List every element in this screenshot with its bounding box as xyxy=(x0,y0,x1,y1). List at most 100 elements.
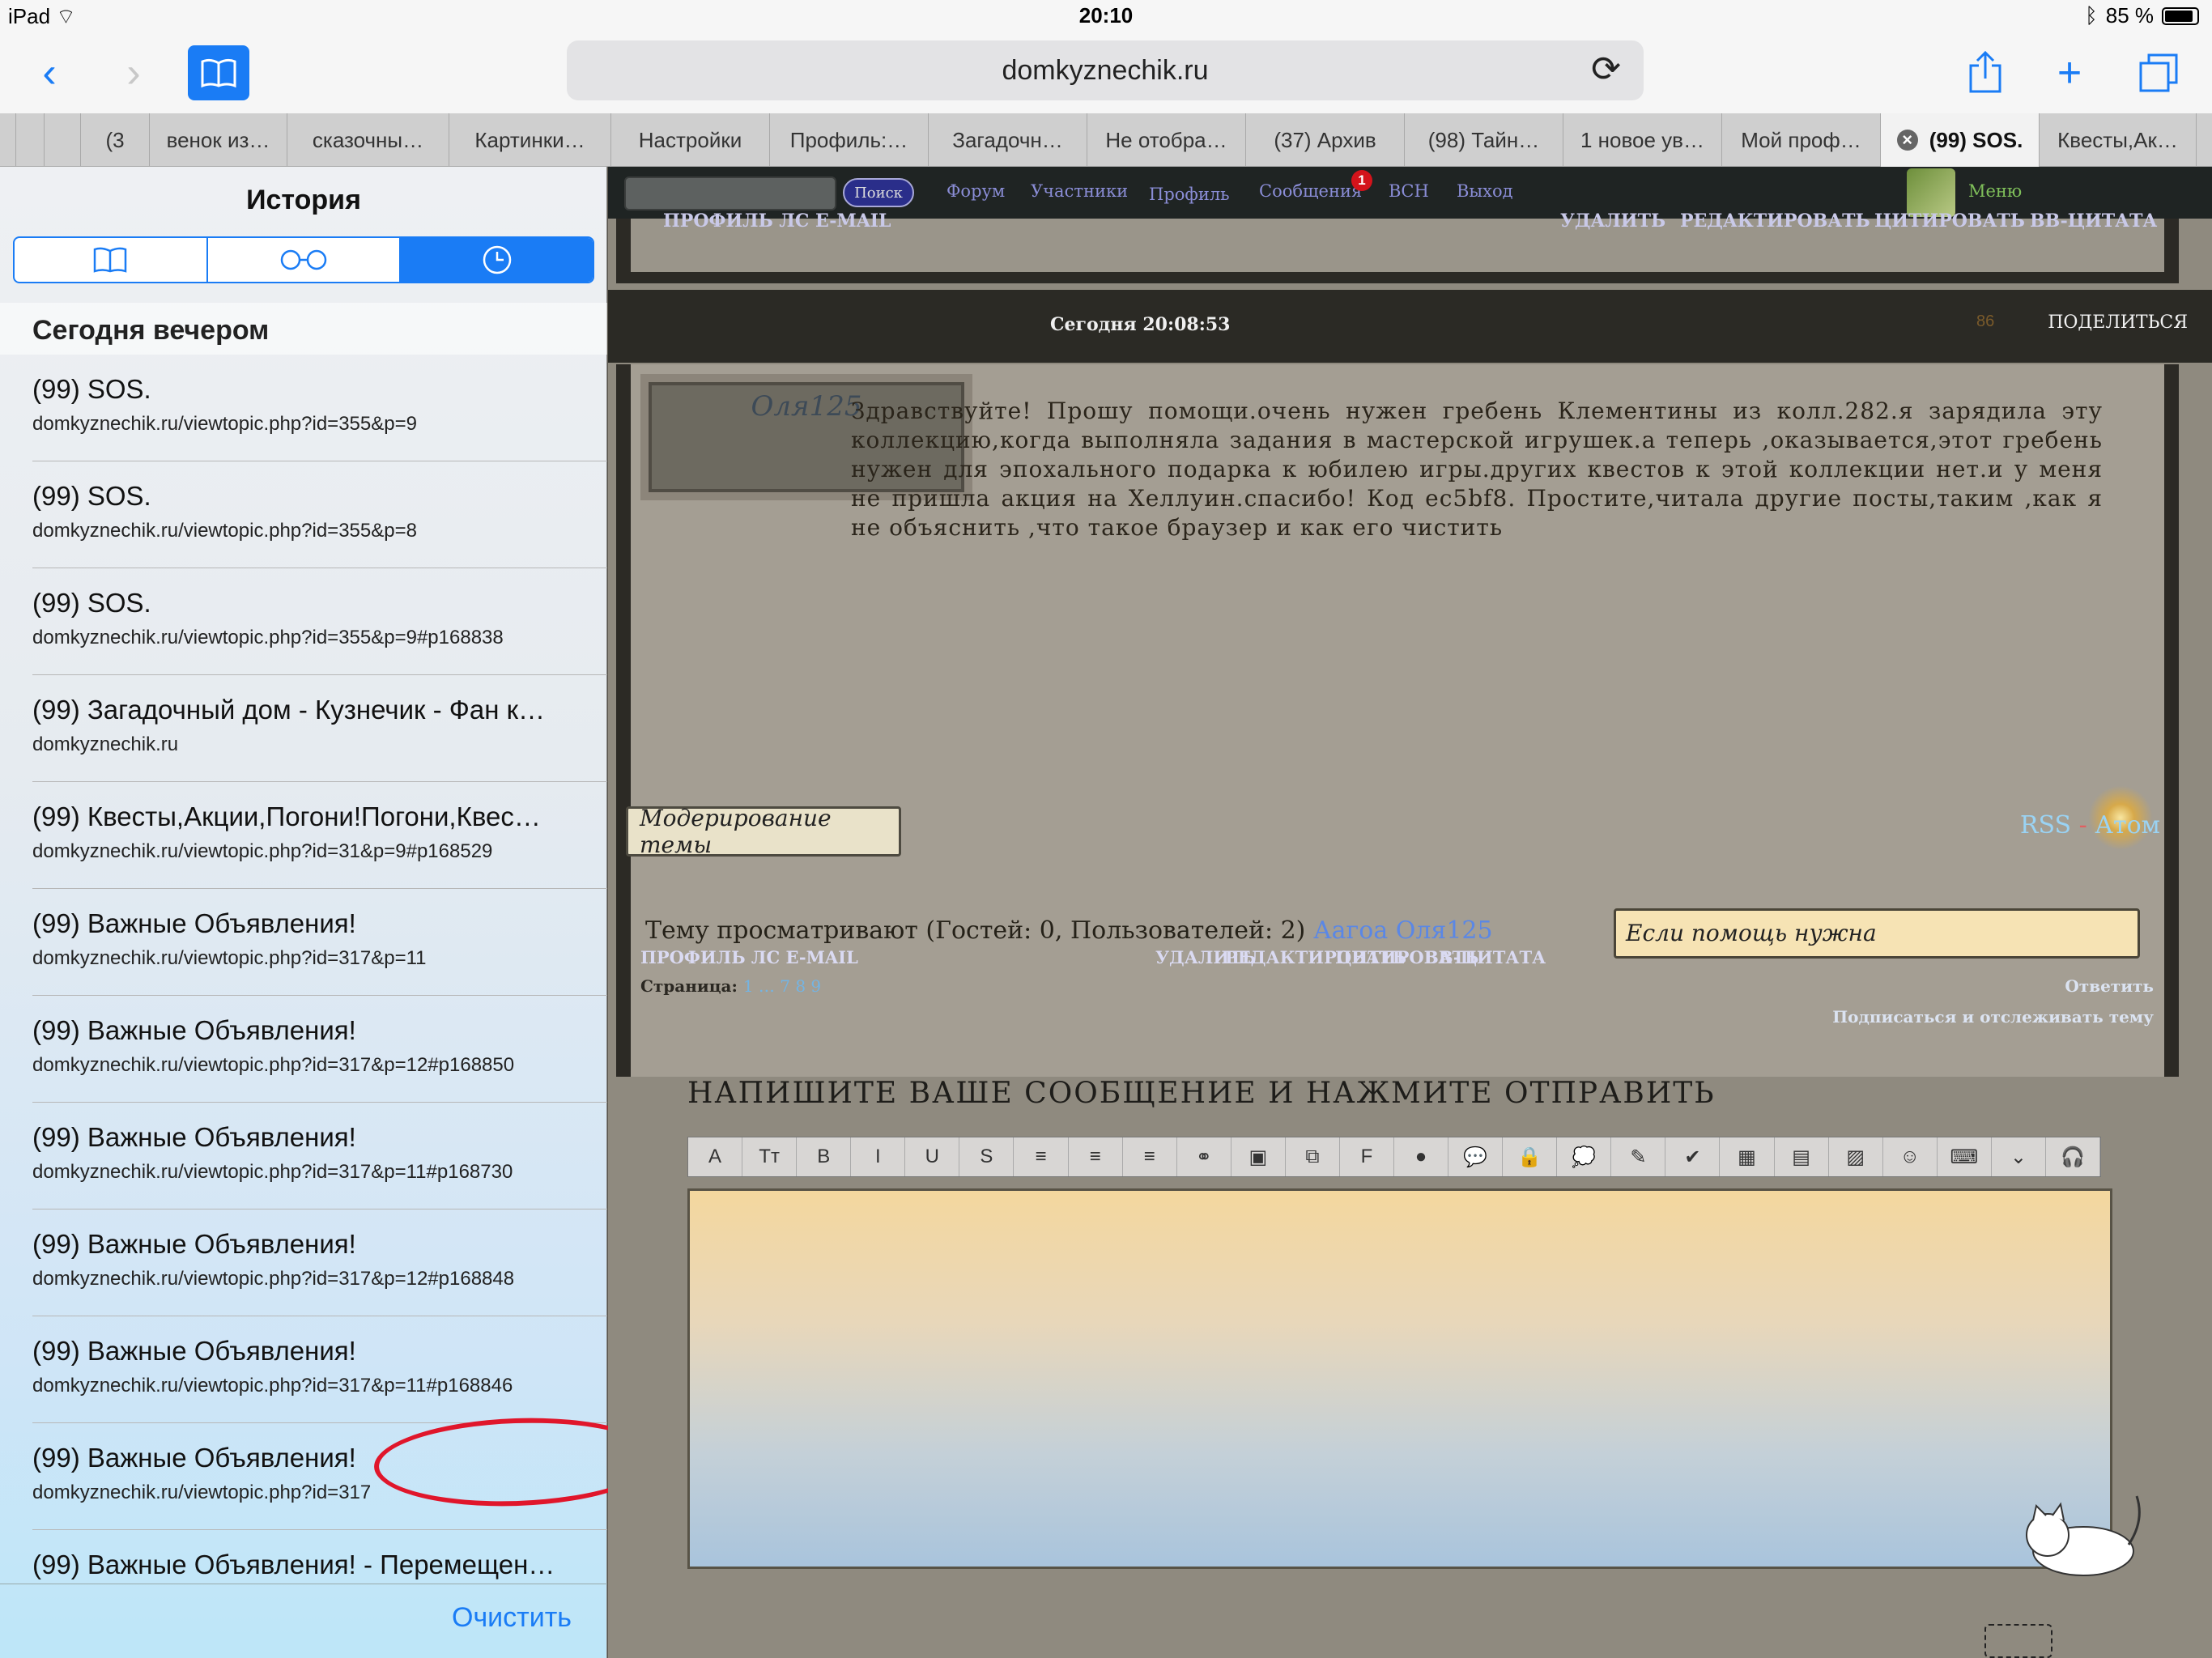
message-textarea[interactable] xyxy=(687,1188,2112,1569)
editor-tool-icon[interactable]: ▣ xyxy=(1231,1137,1286,1176)
history-item[interactable]: (99) Важные Объявления! domkyznechik.ru/v… xyxy=(0,889,607,996)
tab-label: Загадочн… xyxy=(952,127,1063,152)
forum-search-input[interactable] xyxy=(624,176,836,210)
history-item[interactable]: (99) SOS. domkyznechik.ru/viewtopic.php?i… xyxy=(0,355,607,461)
editor-tool-icon[interactable]: Tт xyxy=(742,1137,798,1176)
new-tab-icon[interactable]: + xyxy=(2047,47,2092,99)
editor-tool-icon[interactable]: ✎ xyxy=(1611,1137,1666,1176)
nav-profile[interactable]: Профиль xyxy=(1149,185,1230,204)
address-bar[interactable]: domkyznechik.ru ⟳ xyxy=(567,40,1644,100)
editor-tool-icon[interactable]: A xyxy=(688,1137,743,1176)
editor-tool-icon[interactable]: ▨ xyxy=(1829,1137,1883,1176)
tab-15[interactable]: × (99) SOS. xyxy=(1881,113,2040,167)
history-item[interactable]: (99) Квесты,Акции,Погони!Погони,Квес… dom… xyxy=(0,782,607,889)
prev-post-edit[interactable]: РЕДАКТИРОВАТЬ xyxy=(1680,210,1870,232)
menu-avatar-icon[interactable] xyxy=(1907,168,1955,217)
tab-label: (3 xyxy=(105,127,125,152)
page-links[interactable]: 1 … 7 8 9 xyxy=(743,976,821,996)
close-tab-icon[interactable]: × xyxy=(1896,130,1918,151)
editor-tool-icon[interactable]: ▤ xyxy=(1775,1137,1829,1176)
editor-tool-icon[interactable]: ✔ xyxy=(1665,1137,1721,1176)
editor-tool-icon[interactable]: 🎧 xyxy=(2046,1137,2101,1176)
editor-tool-icon[interactable]: ≡ xyxy=(1123,1137,1177,1176)
rss-link[interactable]: RSS xyxy=(2020,811,2071,840)
history-item[interactable]: (99) Важные Объявления! domkyznechik.ru/v… xyxy=(0,1316,607,1423)
tab-13[interactable]: 1 новое ув… xyxy=(1563,113,1722,167)
moderate-topic-button[interactable]: Модерирование темы xyxy=(626,805,901,858)
subscribe-link[interactable]: Подписаться и отслеживать тему xyxy=(1832,1007,2154,1027)
atom-link[interactable]: Атом xyxy=(2095,811,2160,840)
share-link[interactable]: ПОДЕЛИТЬСЯ xyxy=(2048,312,2188,333)
history-item[interactable]: (99) Важные Объявления! domkyznechik.ru/v… xyxy=(0,1103,607,1209)
tab-14[interactable]: Мой проф… xyxy=(1722,113,1881,167)
tab-7[interactable]: Настройки xyxy=(611,113,770,167)
history-item[interactable]: (99) Загадочный дом - Кузнечик - Фан к… d… xyxy=(0,675,607,782)
tab-6[interactable]: Картинки… xyxy=(449,113,611,167)
prev-post-bbquote[interactable]: BB-ЦИТАТА xyxy=(2030,210,2157,232)
reply-link[interactable]: Ответить xyxy=(2065,976,2154,996)
share-icon[interactable] xyxy=(1963,47,2008,99)
history-segment-icon[interactable] xyxy=(401,238,593,282)
bookmarks-icon[interactable] xyxy=(188,45,249,100)
viewer-user[interactable]: Оля125 xyxy=(1396,916,1493,945)
tab-label: Не отобра… xyxy=(1105,127,1227,152)
editor-tool-icon[interactable]: ⌨ xyxy=(1938,1137,1992,1176)
nav-logout[interactable]: Выход xyxy=(1457,181,1513,201)
editor-tool-icon[interactable]: ⌄ xyxy=(1992,1137,2046,1176)
editor-tool-icon[interactable]: ⧉ xyxy=(1286,1137,1340,1176)
post-bbquote[interactable]: BB-ЦИТАТА xyxy=(1424,947,1546,967)
prev-post-links-left[interactable]: ПРОФИЛЬ ЛС E-MAIL xyxy=(663,210,891,232)
editor-tool-icon[interactable]: S xyxy=(959,1137,1015,1176)
nav-menu[interactable]: Меню xyxy=(1968,181,2022,201)
editor-tool-icon[interactable]: I xyxy=(851,1137,906,1176)
editor-tool-icon[interactable]: ▦ xyxy=(1720,1137,1775,1176)
tab-10[interactable]: Не отобра… xyxy=(1087,113,1246,167)
reload-icon[interactable]: ⟳ xyxy=(1591,49,1621,90)
back-icon[interactable]: ‹ xyxy=(29,47,70,99)
tab-9[interactable]: Загадочн… xyxy=(929,113,1087,167)
editor-tool-icon[interactable]: ● xyxy=(1394,1137,1449,1176)
nav-members[interactable]: Участники xyxy=(1031,181,1128,201)
post-links-left[interactable]: ПРОФИЛЬ ЛС E-MAIL xyxy=(640,947,858,967)
history-item[interactable]: (99) SOS. domkyznechik.ru/viewtopic.php?i… xyxy=(0,568,607,675)
tab-0[interactable] xyxy=(0,113,16,167)
viewer-user[interactable]: Аагоа xyxy=(1313,916,1388,945)
post-number[interactable]: 86 xyxy=(1976,312,1994,331)
reading-list-segment-icon[interactable] xyxy=(208,238,402,282)
editor-tool-icon[interactable]: ⚭ xyxy=(1177,1137,1231,1176)
tab-8[interactable]: Профиль:… xyxy=(770,113,929,167)
editor-tool-icon[interactable]: 💬 xyxy=(1448,1137,1504,1176)
bookmarks-segment-icon[interactable] xyxy=(15,238,208,282)
history-item[interactable]: (99) Важные Объявления! domkyznechik.ru/v… xyxy=(0,1209,607,1316)
tab-4[interactable]: венок из… xyxy=(150,113,287,167)
nav-messages[interactable]: Сообщения xyxy=(1259,181,1362,201)
editor-tool-icon[interactable]: ☺ xyxy=(1883,1137,1938,1176)
nav-vsn[interactable]: ВСН xyxy=(1389,181,1429,201)
prev-post-quote[interactable]: ЦИТИРОВАТЬ xyxy=(1874,210,2025,232)
forum-search-button[interactable]: Поиск xyxy=(843,178,914,207)
editor-tool-icon[interactable]: 💭 xyxy=(1557,1137,1612,1176)
tabs-overview-icon[interactable] xyxy=(2134,47,2183,99)
prev-post-delete[interactable]: УДАЛИТЬ xyxy=(1560,210,1665,232)
forward-icon[interactable]: › xyxy=(113,47,154,99)
tab-5[interactable]: сказочны… xyxy=(287,113,449,167)
editor-tool-icon[interactable]: U xyxy=(905,1137,960,1176)
editor-tool-icon[interactable]: B xyxy=(797,1137,852,1176)
tab-1[interactable] xyxy=(16,113,45,167)
scroll-top-icon[interactable] xyxy=(1984,1624,2052,1658)
tab-12[interactable]: (98) Тайн… xyxy=(1405,113,1563,167)
history-item[interactable]: (99) SOS. domkyznechik.ru/viewtopic.php?i… xyxy=(0,461,607,568)
help-box[interactable]: Если помощь нужна xyxy=(1614,908,2140,959)
tab-2[interactable] xyxy=(45,113,81,167)
editor-tool-icon[interactable]: 🔒 xyxy=(1503,1137,1558,1176)
history-item[interactable]: (99) Важные Объявления! domkyznechik.ru/v… xyxy=(0,996,607,1103)
clear-history-button[interactable]: Очистить xyxy=(452,1602,572,1634)
tab-3[interactable]: (3 xyxy=(81,113,150,167)
editor-tool-icon[interactable]: F xyxy=(1340,1137,1395,1176)
editor-tool-icon[interactable]: ≡ xyxy=(1014,1137,1069,1176)
tab-16[interactable]: Квесты,Ак… xyxy=(2040,113,2197,167)
editor-tool-icon[interactable]: ≡ xyxy=(1069,1137,1123,1176)
history-item-url: domkyznechik.ru/viewtopic.php?id=355&p=9… xyxy=(32,627,504,648)
tab-11[interactable]: (37) Архив xyxy=(1246,113,1405,167)
nav-forum[interactable]: Форум xyxy=(946,181,1005,201)
